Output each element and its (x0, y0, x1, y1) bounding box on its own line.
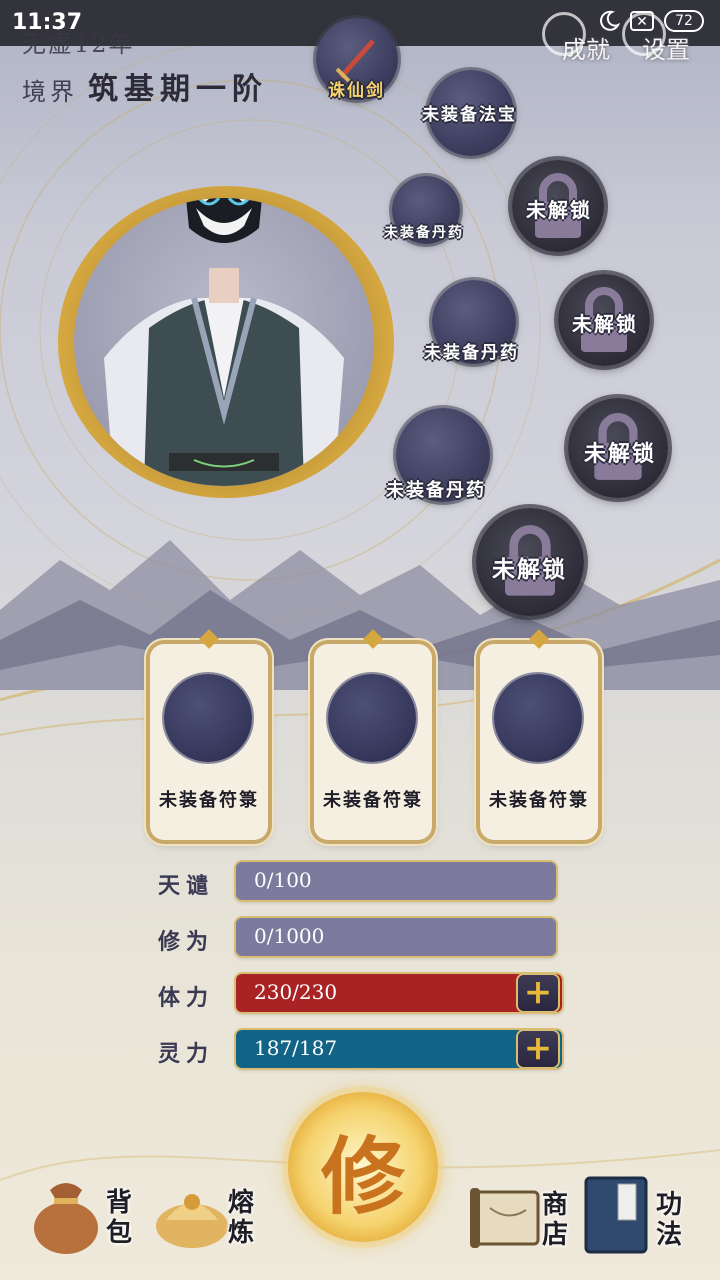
locked-slot-4[interactable]: 未解锁 (476, 508, 584, 616)
settings-button[interactable]: 设置 (622, 12, 690, 65)
weapon-label: 诛仙剑 (328, 81, 385, 101)
pill-slot-2-label: 未装备丹药 (424, 343, 519, 363)
realm-label: 境界 (22, 78, 78, 106)
pill-slot-2[interactable]: 未装备丹药 (424, 280, 517, 364)
stat-tili-bar: 230/230 (236, 974, 562, 1012)
pill-slot-3-label: 未装备丹药 (386, 480, 486, 501)
achievements-button[interactable]: 成就 (542, 12, 610, 65)
stat-lingli-label: 灵力 (158, 1041, 215, 1067)
artifact-label: 未装备法宝 (422, 105, 517, 125)
character-portrait[interactable] (74, 198, 374, 486)
locked-slot-3[interactable]: 未解锁 (568, 398, 668, 498)
stat-tianqian-label: 天谴 (158, 873, 215, 899)
game-year: 无虚12年 (22, 30, 135, 58)
pill-slot-1-label: 未装备丹药 (384, 225, 464, 241)
nav-skills-label: 功法 (655, 1190, 682, 1250)
locked-slot-3-label: 未解锁 (584, 441, 657, 467)
locked-slot-4-label: 未解锁 (492, 556, 567, 583)
gear-icon (622, 12, 666, 56)
pill-slot-1[interactable]: 未装备丹药 (384, 176, 462, 244)
talisman-label: 未装备符箓 (489, 790, 589, 811)
bag-icon (34, 1183, 98, 1254)
talisman-slot (328, 674, 416, 762)
stat-lingli-value: 187/187 (254, 1036, 338, 1060)
talisman-card-1[interactable]: 未装备符箓 (150, 629, 268, 840)
furnace-icon (156, 1194, 228, 1248)
locked-slot-1[interactable]: 未解锁 (512, 160, 604, 252)
locked-slot-1-label: 未解锁 (526, 198, 592, 222)
pill-slot-3[interactable]: 未装备丹药 (386, 408, 490, 502)
talisman-card-3[interactable]: 未装备符箓 (480, 629, 598, 840)
stat-tianqian-bar: 0/100 (236, 862, 556, 900)
stat-lingli-bar: 187/187 (236, 1030, 562, 1068)
stat-xiuwei-label: 修为 (158, 929, 215, 955)
nav-shop-label: 商店 (541, 1190, 568, 1250)
talisman-slot (494, 674, 582, 762)
achievement-icon (542, 12, 586, 56)
nav-backpack-label: 背包 (105, 1188, 132, 1248)
moon-icon (600, 10, 620, 31)
stat-xiuwei-bar: 0/1000 (236, 918, 556, 956)
talisman-card-2[interactable]: 未装备符箓 (314, 629, 432, 840)
locked-slot-2[interactable]: 未解锁 (558, 274, 650, 366)
stat-tili-label: 体力 (158, 985, 215, 1011)
realm-value: 筑基期一阶 (88, 72, 268, 107)
talisman-label: 未装备符箓 (159, 790, 259, 811)
battery-indicator: 72 (664, 10, 704, 32)
book-icon (584, 1176, 648, 1254)
add-tili-button[interactable]: + (518, 975, 558, 1011)
scroll-map-icon (470, 1188, 540, 1248)
nav-backpack[interactable]: 背包 (30, 1170, 140, 1270)
stat-tianqian-value: 0/100 (254, 868, 312, 892)
talisman-label: 未装备符箓 (323, 790, 423, 811)
nav-refine-label: 熔炼 (227, 1188, 254, 1248)
cultivate-label: 修 (320, 1127, 405, 1226)
nav-skills[interactable]: 功法 (578, 1168, 698, 1272)
stat-xiuwei-value: 0/1000 (254, 924, 325, 948)
character-figure (104, 198, 344, 486)
talisman-slot (164, 674, 252, 762)
nav-refine[interactable]: 熔炼 (152, 1170, 272, 1270)
stat-tili-value: 230/230 (254, 980, 338, 1004)
add-lingli-button[interactable]: + (518, 1031, 558, 1067)
locked-slot-2-label: 未解锁 (572, 312, 638, 336)
weapon-slot[interactable]: 诛仙剑 (316, 18, 398, 101)
artifact-slot[interactable]: 未装备法宝 (422, 70, 515, 156)
nav-shop[interactable]: 商店 (468, 1172, 580, 1272)
